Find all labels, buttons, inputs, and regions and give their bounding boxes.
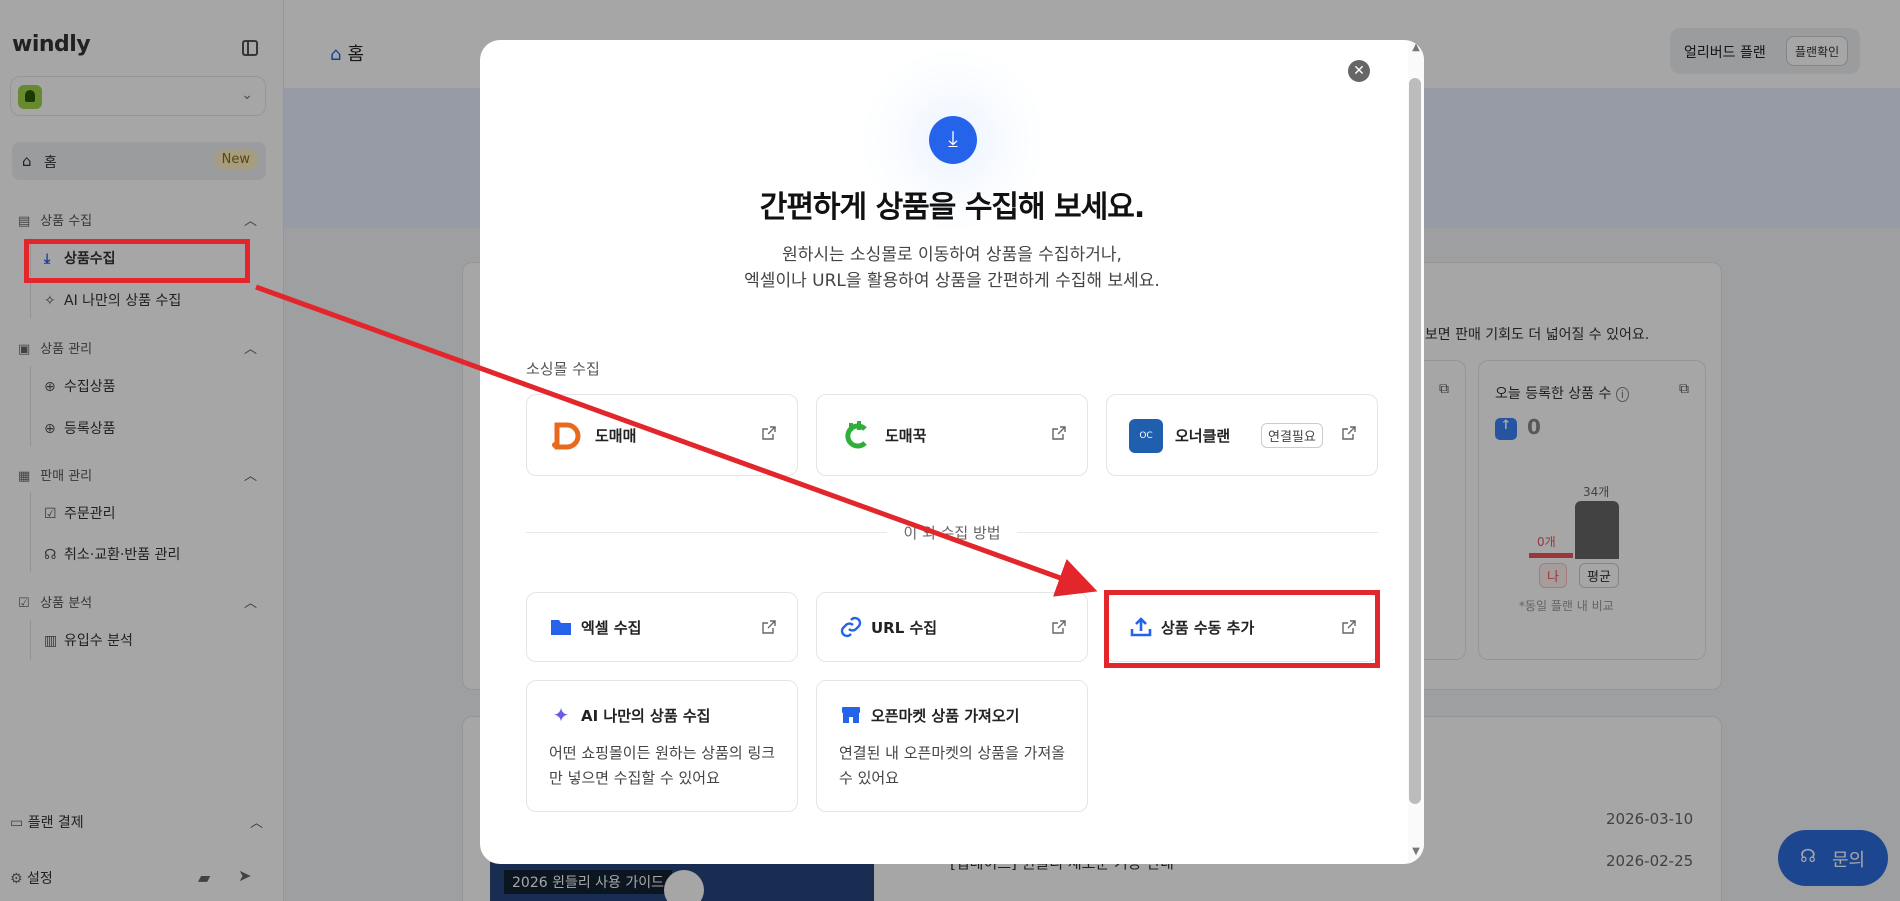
annotation-arrow bbox=[255, 284, 1098, 597]
annotation-arrow-line bbox=[255, 284, 1098, 597]
